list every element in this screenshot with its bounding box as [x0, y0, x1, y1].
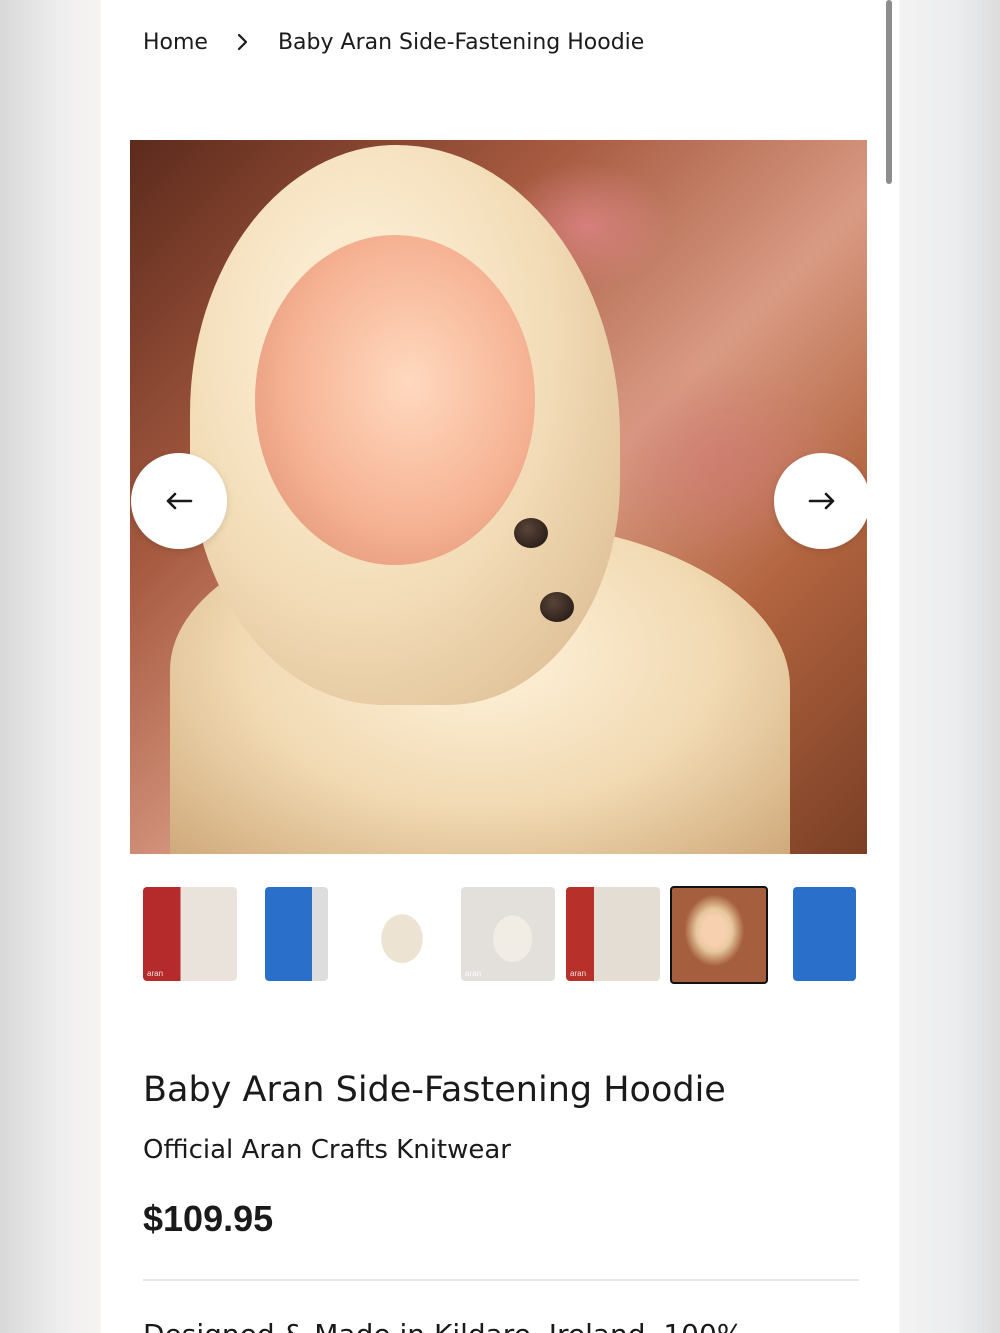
thumbnail-4[interactable]: aran	[461, 887, 555, 981]
product-page: Home Baby Aran Side-Fastening Hoodie ara…	[101, 0, 899, 1333]
breadcrumb-home-link[interactable]: Home	[143, 30, 208, 55]
arrow-left-icon	[166, 492, 193, 510]
thumbnail-1[interactable]: aran	[143, 887, 237, 981]
product-description: Designed & Made in Kildare, Ireland. 100…	[143, 1318, 863, 1333]
thumbnail-6-selected[interactable]	[670, 886, 768, 984]
thumbnail-strip: aran aran aran	[143, 886, 859, 984]
thumbnail-2[interactable]	[265, 887, 328, 981]
product-image-gallery	[130, 140, 867, 854]
product-vendor: Official Aran Crafts Knitwear	[143, 1135, 511, 1165]
thumbnail-3[interactable]	[355, 887, 449, 981]
chevron-right-icon	[236, 32, 250, 52]
product-price: $109.95	[143, 1198, 274, 1239]
scrollbar[interactable]	[886, 0, 892, 184]
previous-image-button[interactable]	[131, 453, 227, 549]
breadcrumb: Home Baby Aran Side-Fastening Hoodie	[143, 24, 644, 60]
product-title: Baby Aran Side-Fastening Hoodie	[143, 1070, 726, 1110]
breadcrumb-current: Baby Aran Side-Fastening Hoodie	[277, 29, 645, 55]
arrow-right-icon	[808, 492, 835, 510]
product-main-image	[130, 140, 867, 854]
thumbnail-7[interactable]	[793, 887, 856, 981]
next-image-button[interactable]	[774, 453, 867, 549]
divider	[143, 1279, 859, 1281]
thumbnail-5[interactable]: aran	[566, 887, 660, 981]
